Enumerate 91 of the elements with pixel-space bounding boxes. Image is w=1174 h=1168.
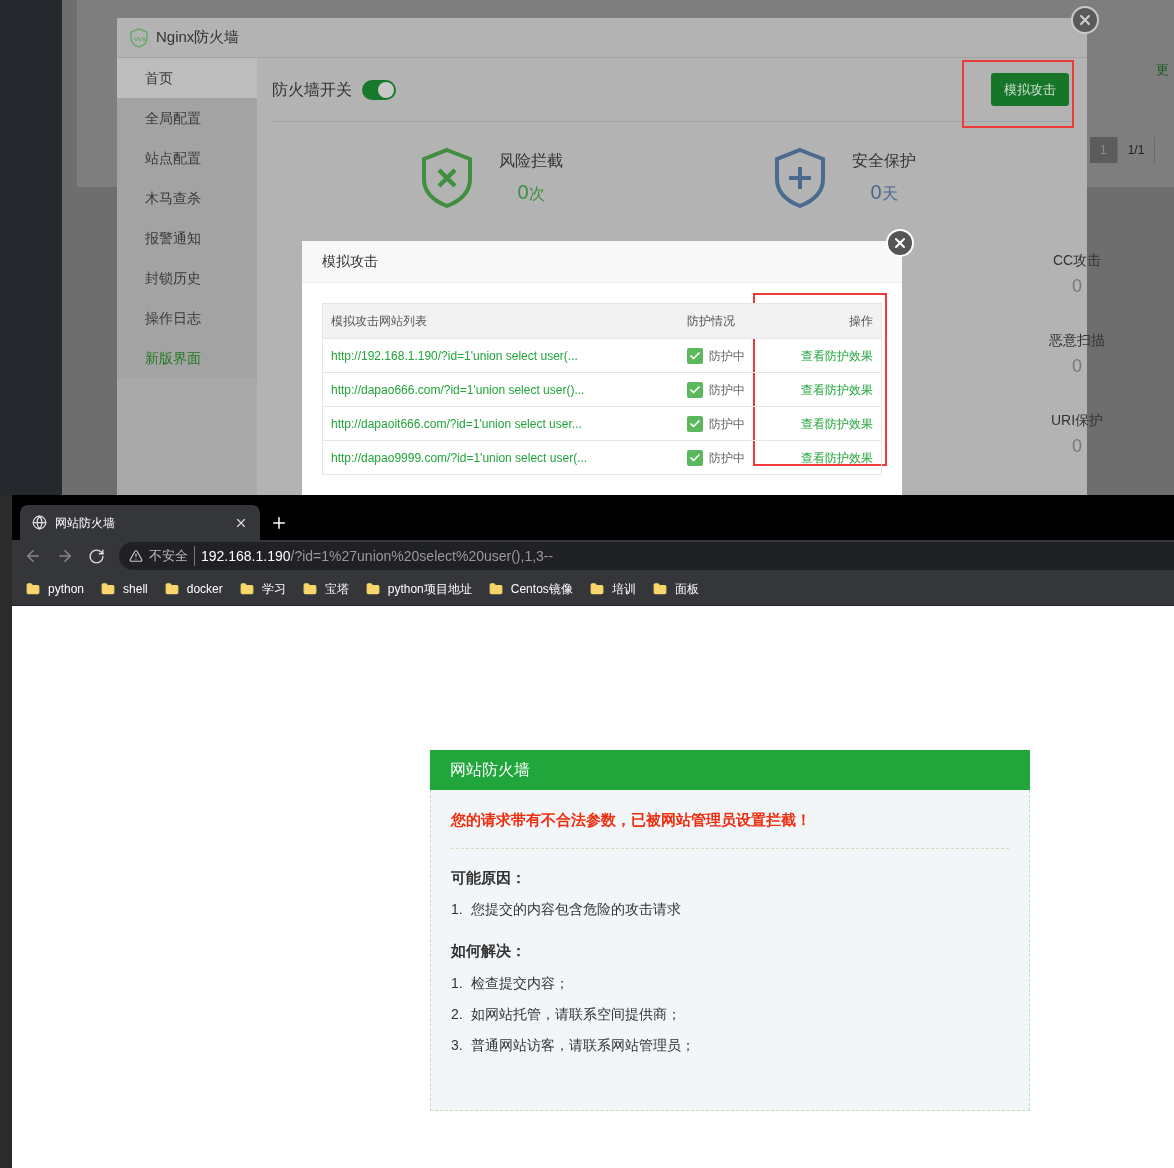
bookmark-item[interactable]: 学习 [239,579,286,598]
bookmark-item[interactable]: python项目地址 [365,579,472,598]
address-bar[interactable]: 不安全 192.168.1.190/?id=1%27union%20select%20user(),1,3-- [119,542,1174,570]
column-header: 防护情况 [687,313,736,330]
url-link[interactable]: http://dapaoit666.com/?id=1'union select user... [323,414,687,433]
stat-label: CC攻击 [1052,251,1102,270]
security-label: 不安全 [149,546,195,566]
sidebar-item[interactable]: 封锁历史 [117,258,257,298]
column-header: 模拟攻击网站列表 [330,313,428,330]
url-link[interactable]: http://dapao666.com/?id=1'union select user()... [323,380,687,399]
list-text: 检查提交内容； [470,973,569,993]
url-text: 192.168.1.190/?id=1%27union%20select%20user(),1,3-- [201,546,554,566]
section-heading: 可能原因： [451,867,527,888]
checkbox[interactable] [687,381,703,398]
back-icon[interactable] [24,547,42,565]
check-icon [689,451,701,464]
reload-icon[interactable] [88,547,105,565]
view-effect-link[interactable]: 查看防护效果 [753,414,881,433]
view-effect-link[interactable]: 查看防护效果 [753,448,881,467]
shield-x-icon [420,147,474,209]
stat-label: 安全保护 [852,151,916,171]
folder-icon [488,581,503,596]
switch-label: 防火墙开关 [272,79,352,100]
stat-value: 0次 [517,180,545,205]
status-text: 防护中 [709,381,745,399]
bookmark-item[interactable]: 宝塔 [302,579,349,598]
bookmark-item[interactable]: docker [164,579,223,598]
checkbox[interactable] [687,415,703,432]
list-number: 3. [451,1035,463,1055]
status-text: 防护中 [709,347,745,365]
stat-value: 0 [1072,275,1082,298]
sidebar-item[interactable]: 全局配置 [117,98,257,138]
globe-icon [32,515,47,530]
stat-value: 0 [1072,355,1082,378]
view-effect-link[interactable]: 查看防护效果 [753,380,881,399]
bookmark-item[interactable]: python [26,579,85,598]
bookmark-item[interactable]: 面板 [652,579,699,598]
check-icon [689,383,701,396]
folder-icon [239,581,254,596]
list-number: 1. [451,900,463,919]
shield-plus-icon [773,147,827,209]
section-heading: 如何解决： [451,941,527,961]
stat-label: 风险拦截 [499,151,563,171]
folder-icon [302,581,317,596]
tab-title: 网站防火墙 [55,514,116,532]
new-tab-icon[interactable] [270,514,288,532]
stat-label: 恶意扫描 [1049,331,1105,350]
status-text: 防护中 [709,415,745,433]
list-text: 您提交的内容包含危险的攻击请求 [470,900,681,919]
list-text: 普通网站访客，请联系网站管理员； [470,1035,695,1055]
view-effect-link[interactable]: 查看防护效果 [753,346,881,365]
folder-icon [589,581,604,596]
check-icon [689,417,701,430]
folder-icon [26,581,40,596]
status-text: 防护中 [709,449,745,467]
browser-tab[interactable]: 网站防火墙 [20,505,260,540]
warning-icon [129,549,143,563]
bookmark-item[interactable]: Centos镜像 [488,579,573,598]
bookmark-item[interactable]: 培训 [589,579,636,598]
window-title: Nginx防火墙 [156,27,240,48]
stat-value: 0 [1072,435,1082,458]
card-title: 网站防火墙 [450,760,530,780]
dialog-title: 模拟攻击 [322,252,378,271]
alert-message: 您的请求带有不合法参数，已被网站管理员设置拦截！ [451,810,812,830]
folder-icon [365,581,380,596]
checkbox[interactable] [687,449,703,466]
list-text: 如网站托管，请联系空间提供商； [470,1004,681,1024]
bookmark-item[interactable]: shell [101,579,148,598]
check-icon [689,349,701,362]
sidebar-item[interactable]: 站点配置 [117,138,257,178]
close-icon [892,235,908,251]
simulate-attack-button[interactable]: 模拟攻击 [991,73,1069,106]
url-link[interactable]: http://dapao9999.com/?id=1'union select user(... [323,448,687,467]
sidebar-item[interactable]: 报警通知 [117,218,257,258]
forward-icon[interactable] [56,547,74,565]
column-header: 操作 [848,313,874,330]
checkbox[interactable] [687,347,703,364]
folder-icon [652,581,667,596]
toggle-switch[interactable] [362,79,396,100]
sidebar-item[interactable]: 操作日志 [117,298,257,338]
stat-value: 0天 [870,180,898,205]
list-number: 1. [451,973,463,993]
close-icon [1077,12,1093,28]
url-link[interactable]: http://192.168.1.190/?id=1'union select user(... [323,346,687,365]
sidebar-item[interactable]: 首页 [117,58,257,98]
stat-label: URI保护 [1050,411,1104,430]
list-number: 2. [451,1004,463,1024]
folder-icon [164,581,179,596]
waf-shield-icon [130,27,148,48]
folder-icon [101,581,116,596]
sidebar-item[interactable]: 木马查杀 [117,178,257,218]
